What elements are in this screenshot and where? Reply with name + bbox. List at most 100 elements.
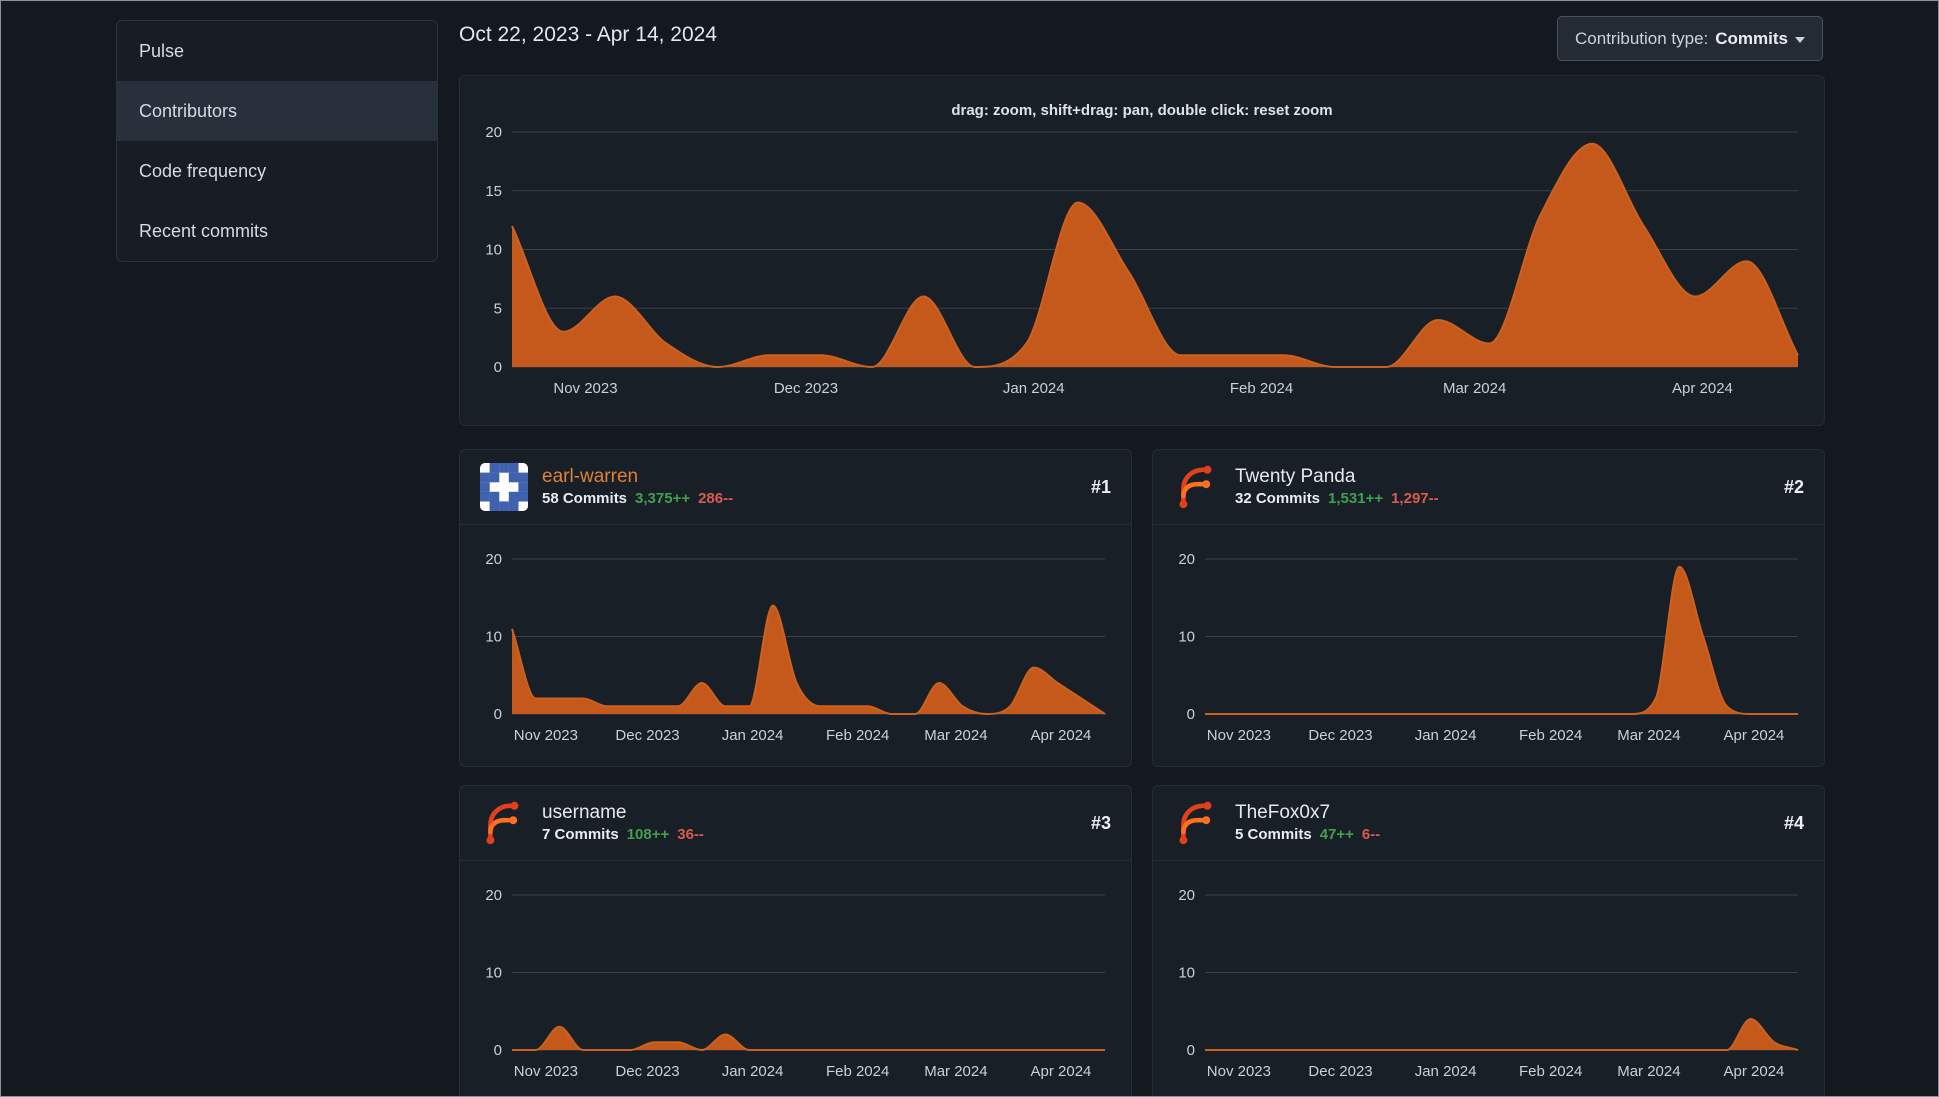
contributor-card-header: TheFox0x7 5 Commits 47++ 6-- #4 — [1153, 786, 1824, 861]
contributor-name-link[interactable]: Twenty Panda — [1235, 466, 1439, 488]
contributor-commits-chart[interactable]: 0 10 20 Nov 2023 Dec 2023 Jan 2024 Feb 2024 Mar… — [460, 861, 1131, 1097]
svg-text:20: 20 — [1178, 551, 1195, 568]
svg-text:Feb 2024: Feb 2024 — [1230, 380, 1293, 397]
contributor-card: username 7 Commits 108++ 36-- #3 0 10 20 No… — [459, 785, 1132, 1097]
contribution-type-label: Contribution type: — [1575, 28, 1709, 48]
overall-commits-card: 0 5 10 15 20 Nov 2023 Dec 2023 Jan 2024 Feb 2024… — [459, 75, 1825, 426]
svg-text:Nov 2023: Nov 2023 — [514, 1063, 578, 1080]
svg-text:10: 10 — [485, 242, 502, 259]
forgejo-logo-avatar — [1179, 801, 1212, 845]
contributor-rank: #3 — [1090, 812, 1111, 833]
svg-text:10: 10 — [485, 965, 502, 982]
svg-text:5: 5 — [494, 300, 502, 317]
svg-text:Mar 2024: Mar 2024 — [1617, 1063, 1680, 1080]
forgejo-logo-avatar — [486, 801, 519, 845]
contributor-card: Twenty Panda 32 Commits 1,531++ 1,297-- … — [1152, 449, 1825, 767]
svg-text:Jan 2024: Jan 2024 — [722, 1063, 784, 1080]
svg-text:Nov 2023: Nov 2023 — [1207, 1063, 1271, 1080]
commit-count: 32 Commits — [1235, 490, 1321, 508]
contributor-card-header: Twenty Panda 32 Commits 1,531++ 1,297-- … — [1153, 450, 1824, 525]
contributor-name-link[interactable]: username — [542, 802, 704, 824]
contributor-commits-chart[interactable]: 0 10 20 Nov 2023 Dec 2023 Jan 2024 Feb 2024 Mar… — [1153, 861, 1824, 1097]
contributor-name-link[interactable]: earl-warren — [542, 466, 733, 488]
contributor-stats: 5 Commits 47++ 6-- — [1235, 826, 1380, 843]
deletions-count: 1,297-- — [1391, 490, 1439, 508]
contributor-rank: #4 — [1783, 812, 1804, 833]
svg-text:20: 20 — [485, 551, 502, 568]
svg-text:Jan 2024: Jan 2024 — [1415, 1063, 1477, 1080]
contributor-info: TheFox0x7 5 Commits 47++ 6-- — [1235, 802, 1380, 844]
svg-text:20: 20 — [485, 887, 502, 904]
svg-text:Jan 2024: Jan 2024 — [722, 727, 784, 744]
svg-text:Mar 2024: Mar 2024 — [924, 727, 987, 744]
chevron-down-icon — [1795, 36, 1805, 43]
sidebar-item-contributors[interactable]: Contributors — [117, 81, 437, 141]
contributor-card: TheFox0x7 5 Commits 47++ 6-- #4 0 10 20 Nov… — [1152, 785, 1825, 1097]
contributor-commits-chart[interactable]: 0 10 20 Nov 2023 Dec 2023 Jan 2024 Feb 2024 Mar… — [460, 525, 1131, 766]
svg-text:20: 20 — [1178, 887, 1195, 904]
deletions-count: 6-- — [1361, 826, 1381, 844]
contributor-card-header: username 7 Commits 108++ 36-- #3 — [460, 786, 1131, 861]
overall-commits-chart[interactable]: 0 5 10 15 20 Nov 2023 Dec 2023 Jan 2024 Feb 2024… — [460, 76, 1824, 425]
svg-text:Feb 2024: Feb 2024 — [1519, 727, 1582, 744]
svg-text:Nov 2023: Nov 2023 — [1207, 727, 1271, 744]
contributor-card: earl-warren 58 Commits 3,375++ 286-- #1 … — [459, 449, 1132, 767]
svg-text:10: 10 — [1178, 965, 1195, 982]
repository-activity-page: Pulse Contributors Code frequency Recent co… — [0, 0, 1939, 1097]
svg-text:Nov 2023: Nov 2023 — [514, 727, 578, 744]
additions-count: 3,375++ — [635, 490, 691, 508]
additions-count: 108++ — [626, 826, 670, 844]
contributor-info: earl-warren 58 Commits 3,375++ 286-- — [542, 466, 734, 508]
svg-text:Apr 2024: Apr 2024 — [1031, 727, 1092, 744]
identicon-avatar — [480, 463, 528, 511]
svg-text:Apr 2024: Apr 2024 — [1724, 1063, 1785, 1080]
svg-text:0: 0 — [494, 706, 502, 723]
additions-count: 47++ — [1319, 826, 1354, 844]
svg-text:10: 10 — [1178, 629, 1195, 646]
sidebar-item-recent-commits[interactable]: Recent commits — [117, 201, 437, 261]
svg-text:Dec 2023: Dec 2023 — [615, 727, 679, 744]
contributor-commits-chart[interactable]: 0 10 20 Nov 2023 Dec 2023 Jan 2024 Feb 2024 Mar… — [1153, 525, 1824, 766]
contribution-type-dropdown[interactable]: Contribution type: Commits — [1557, 16, 1823, 61]
contributor-card-header: earl-warren 58 Commits 3,375++ 286-- #1 — [460, 450, 1131, 525]
svg-text:Nov 2023: Nov 2023 — [553, 380, 617, 397]
svg-text:Jan 2024: Jan 2024 — [1415, 727, 1477, 744]
contributor-info: username 7 Commits 108++ 36-- — [542, 802, 704, 844]
svg-text:0: 0 — [1187, 706, 1195, 723]
contributor-stats: 32 Commits 1,531++ 1,297-- — [1235, 490, 1439, 507]
svg-text:Dec 2023: Dec 2023 — [1308, 1063, 1372, 1080]
svg-text:Jan 2024: Jan 2024 — [1003, 380, 1065, 397]
svg-text:Apr 2024: Apr 2024 — [1672, 380, 1733, 397]
sidebar-item-code-frequency[interactable]: Code frequency — [117, 141, 437, 201]
commit-count: 58 Commits — [542, 490, 628, 508]
svg-text:0: 0 — [494, 1042, 502, 1059]
deletions-count: 36-- — [677, 826, 704, 844]
svg-text:Apr 2024: Apr 2024 — [1724, 727, 1785, 744]
contributor-stats: 7 Commits 108++ 36-- — [542, 826, 704, 843]
svg-text:20: 20 — [485, 124, 502, 141]
svg-text:Dec 2023: Dec 2023 — [774, 380, 838, 397]
svg-text:Mar 2024: Mar 2024 — [1617, 727, 1680, 744]
activity-sidebar: Pulse Contributors Code frequency Recent co… — [116, 20, 438, 262]
additions-count: 1,531++ — [1328, 490, 1384, 508]
contribution-type-value: Commits — [1715, 28, 1788, 48]
contributor-rank: #2 — [1783, 476, 1804, 497]
forgejo-logo-avatar — [1179, 465, 1212, 509]
svg-text:Mar 2024: Mar 2024 — [1443, 380, 1506, 397]
contributor-rank: #1 — [1090, 476, 1111, 497]
svg-text:15: 15 — [485, 183, 502, 200]
sidebar-item-pulse[interactable]: Pulse — [117, 21, 437, 81]
svg-text:0: 0 — [494, 359, 502, 376]
svg-text:Feb 2024: Feb 2024 — [826, 1063, 889, 1080]
svg-text:Feb 2024: Feb 2024 — [826, 727, 889, 744]
commit-count: 5 Commits — [1235, 826, 1312, 844]
contributor-name-link[interactable]: TheFox0x7 — [1235, 802, 1380, 824]
svg-text:Dec 2023: Dec 2023 — [615, 1063, 679, 1080]
chart-zoom-hint: drag: zoom, shift+drag: pan, double clic… — [951, 102, 1333, 119]
date-range-title: Oct 22, 2023 - Apr 14, 2024 — [459, 23, 718, 46]
svg-text:Apr 2024: Apr 2024 — [1031, 1063, 1092, 1080]
svg-text:Mar 2024: Mar 2024 — [924, 1063, 987, 1080]
svg-text:0: 0 — [1187, 1042, 1195, 1059]
commit-count: 7 Commits — [542, 826, 619, 844]
deletions-count: 286-- — [698, 490, 734, 508]
